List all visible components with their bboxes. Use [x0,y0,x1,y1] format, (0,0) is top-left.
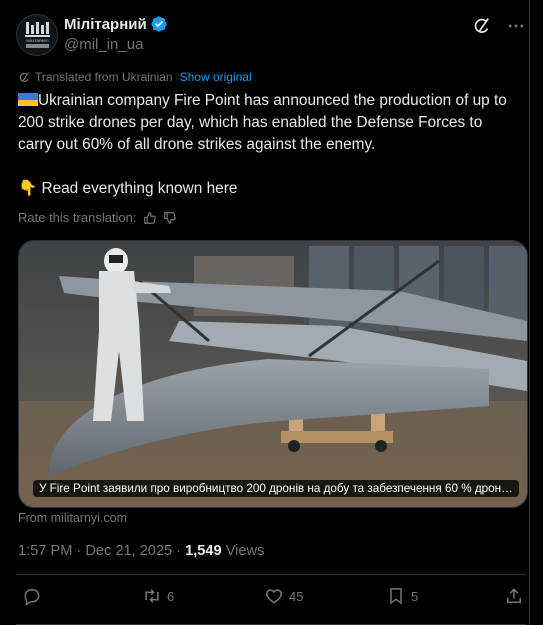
repost-button[interactable]: 6 [142,586,174,606]
ukraine-flag-icon [18,93,38,106]
post-paragraph-1: Ukrainian company Fire Point has announc… [18,90,513,156]
reply-icon [24,589,40,606]
militarnyi-logo-icon: MILITARNYI [25,22,50,48]
post-text: Ukrainian company Fire Point has announc… [18,90,513,200]
bookmark-count: 5 [411,588,419,604]
card-caption[interactable]: У Fire Point заявили про виробництво 200… [33,480,519,497]
verified-badge-icon [151,16,167,32]
thumbs-down-icon[interactable] [163,211,177,225]
drone-photo [19,241,527,507]
card-source[interactable]: From militarnyi.com [18,511,127,525]
post-paragraph-2: 👇 Read everything known here [18,178,513,200]
thumbs-up-icon[interactable] [143,211,157,225]
avatar[interactable]: MILITARNYI [16,14,58,56]
divider-top [16,574,526,575]
more-icon[interactable] [506,16,526,36]
rate-translation: Rate this translation: [18,210,177,225]
pointing-down-emoji: 👇 [18,180,38,197]
bookmark-button[interactable]: 5 [386,586,418,606]
bookmark-icon [390,588,402,605]
show-original-link[interactable]: Show original [180,70,252,84]
views-label: Views [221,543,265,559]
account-name-row[interactable]: Мілітарний [64,15,168,33]
post-timestamp[interactable]: 1:57 PM · Dec 21, 2025 · [18,543,185,559]
translate-icon [19,71,30,82]
grok-icon[interactable] [472,16,492,36]
tweet-header: MILITARNYI Мілітарний @mil_in_ua [16,12,526,56]
reply-button[interactable] [22,586,47,606]
action-bar: 6 45 5 [16,582,526,612]
rate-translation-label: Rate this translation: [18,210,137,225]
translation-notice-text: Translated from Ukrainian [35,70,173,84]
svg-text:MILITARNYI: MILITARNYI [26,38,48,43]
post-paragraph-1-text: Ukrainian company Fire Point has announc… [18,92,507,153]
post-meta: 1:57 PM · Dec 21, 2025 · 1,549 Views [18,543,264,559]
post-paragraph-2-text: Read everything known here [41,180,238,197]
link-card[interactable]: У Fire Point заявили про виробництво 200… [18,240,528,508]
repost-count: 6 [167,588,175,604]
translation-notice: Translated from Ukrainian Show original [18,70,252,84]
share-icon [507,588,521,603]
account-handle[interactable]: @mil_in_ua [64,36,143,53]
account-name[interactable]: Мілітарний [64,16,147,33]
like-count: 45 [289,588,304,604]
header-icons [472,16,526,36]
repost-icon [145,589,159,603]
like-button[interactable]: 45 [264,586,303,606]
heart-icon [266,589,282,604]
share-button[interactable] [504,586,524,606]
views-count: 1,549 [185,543,222,559]
tweet: MILITARNYI Мілітарний @mil_in_ua Transla… [0,0,530,625]
